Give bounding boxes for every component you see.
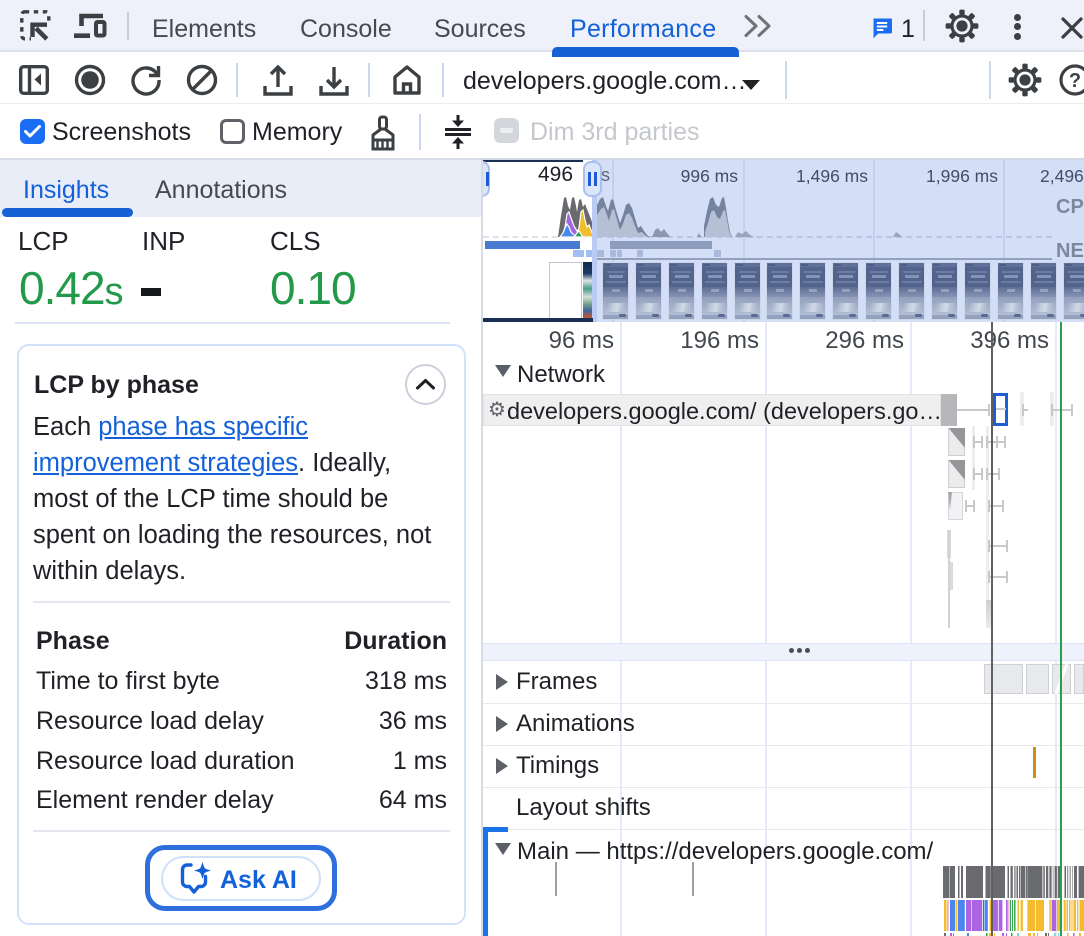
svg-text:?: ? <box>1069 70 1081 92</box>
